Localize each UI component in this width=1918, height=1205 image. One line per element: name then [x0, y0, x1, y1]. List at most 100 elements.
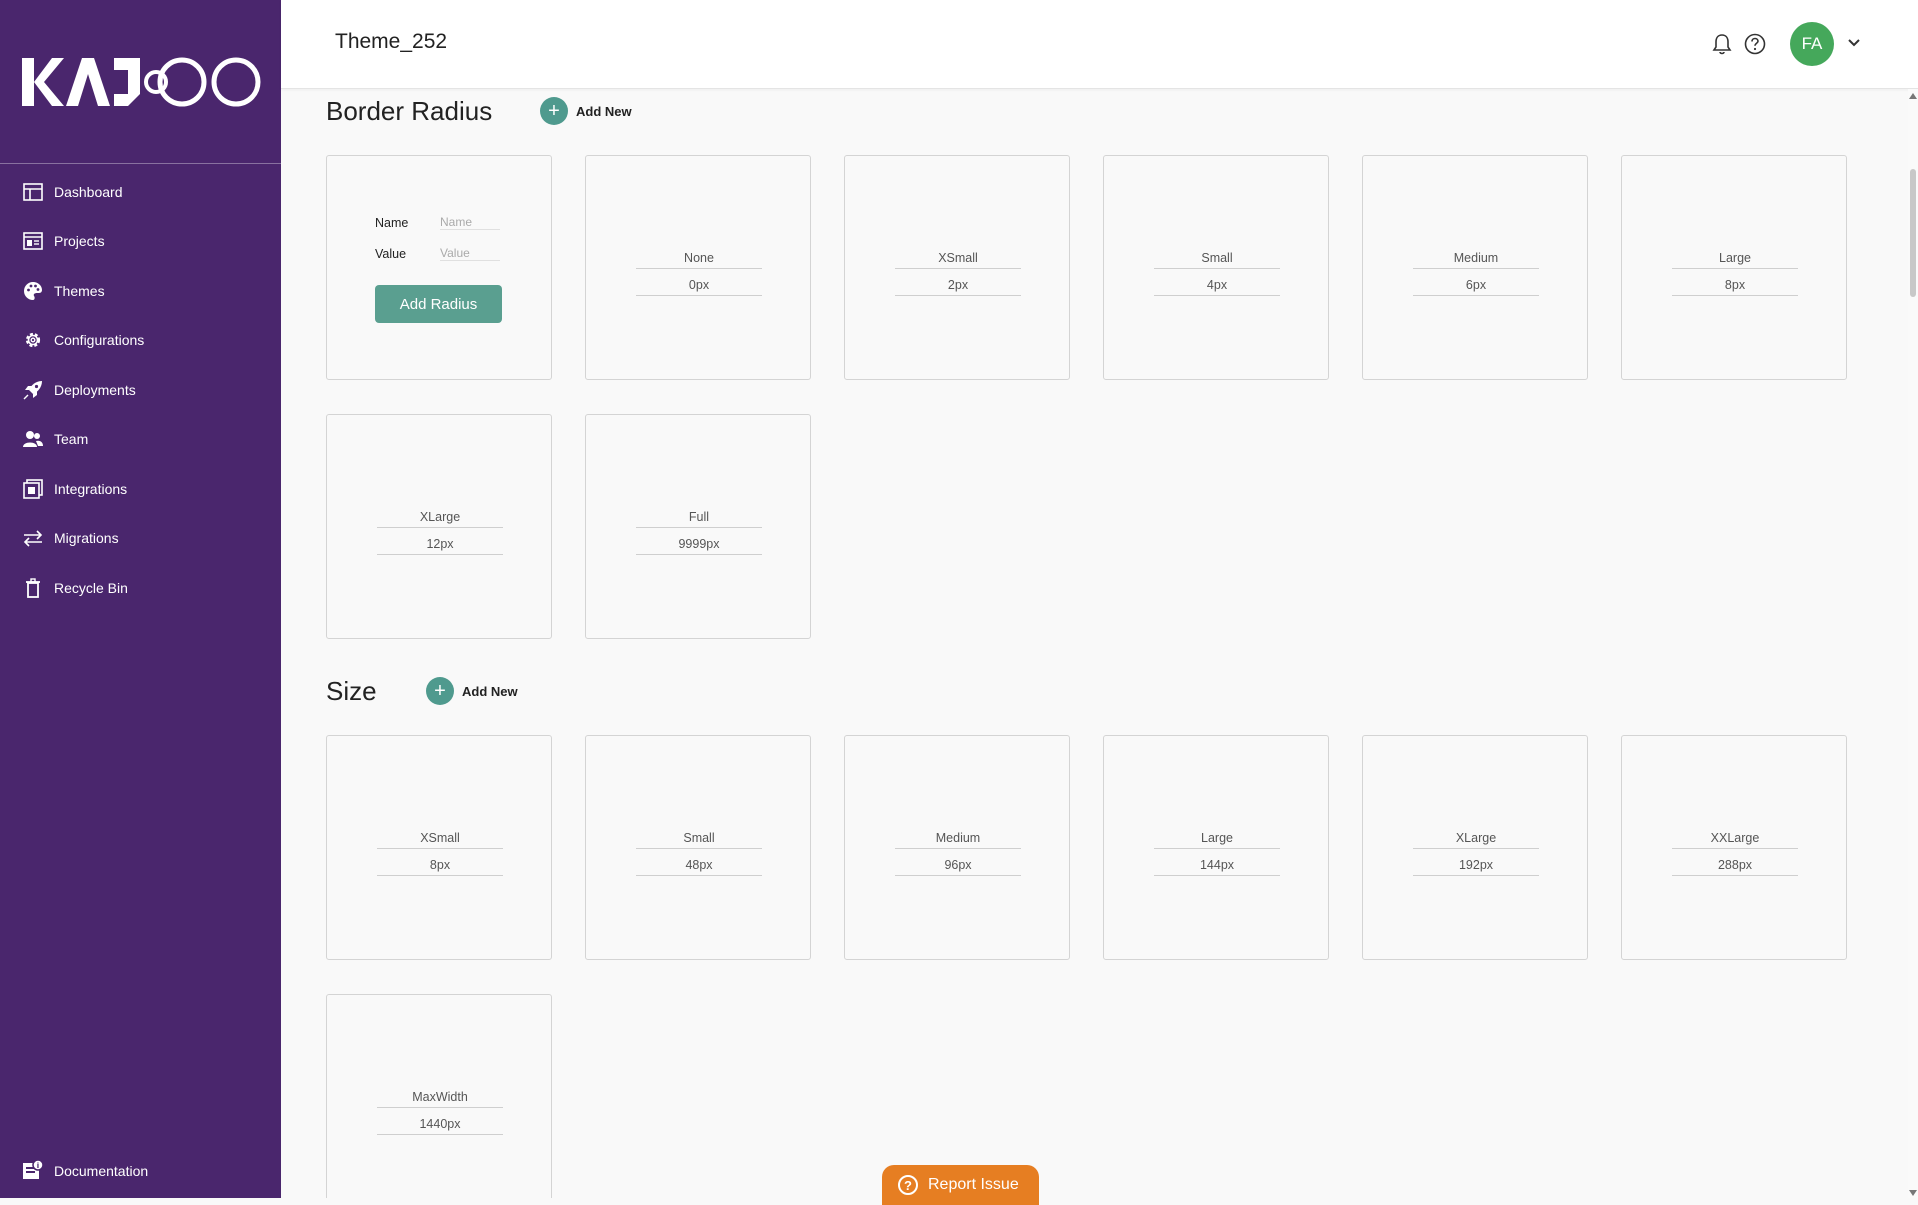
- documentation-label: Documentation: [54, 1163, 149, 1179]
- sidebar-item-label: Deployments: [54, 381, 136, 398]
- add-new-label: Add New: [576, 103, 632, 119]
- scroll-thumb[interactable]: [1910, 169, 1916, 297]
- gear-icon: [22, 329, 44, 351]
- radius-name[interactable]: Full: [636, 510, 762, 528]
- sidebar-item-integrations[interactable]: Integrations: [0, 464, 281, 514]
- add-radius-button[interactable]: Add Radius: [375, 285, 502, 323]
- name-input[interactable]: [440, 215, 500, 230]
- kajoo-logo[interactable]: [22, 56, 262, 108]
- radius-name[interactable]: Small: [1154, 251, 1280, 269]
- size-card[interactable]: Medium 96px: [844, 735, 1070, 960]
- sidebar-divider: [0, 163, 281, 164]
- size-add-new-button[interactable]: + Add New: [426, 677, 518, 705]
- sidebar-item-label: Team: [54, 431, 89, 448]
- sidebar-item-deployments[interactable]: Deployments: [0, 365, 281, 415]
- sidebar: Dashboard Projects Themes Configurations…: [0, 0, 281, 1198]
- arrows-icon: [22, 527, 44, 549]
- radius-name[interactable]: None: [636, 251, 762, 269]
- documentation-icon: i: [22, 1159, 44, 1182]
- radius-value[interactable]: 2px: [895, 278, 1021, 296]
- projects-icon: [22, 230, 44, 252]
- name-row: Name: [375, 215, 500, 230]
- bell-icon[interactable]: [1712, 33, 1732, 55]
- size-name[interactable]: XLarge: [1413, 831, 1539, 849]
- radius-card[interactable]: Small 4px: [1103, 155, 1329, 380]
- size-name[interactable]: Small: [636, 831, 762, 849]
- sidebar-item-recycle-bin[interactable]: Recycle Bin: [0, 563, 281, 613]
- sidebar-item-label: Dashboard: [54, 183, 123, 200]
- sidebar-item-team[interactable]: Team: [0, 415, 281, 465]
- value-label: Value: [375, 246, 407, 261]
- scroll-down-arrow-icon[interactable]: [1909, 1190, 1917, 1196]
- sidebar-item-configurations[interactable]: Configurations: [0, 316, 281, 366]
- size-name[interactable]: Large: [1154, 831, 1280, 849]
- radius-card[interactable]: XSmall 2px: [844, 155, 1070, 380]
- add-radius-form-card: Name Value Add Radius: [326, 155, 552, 380]
- sidebar-item-label: Configurations: [54, 332, 145, 349]
- help-icon[interactable]: [1744, 33, 1766, 55]
- size-value[interactable]: 48px: [636, 858, 762, 876]
- size-name[interactable]: MaxWidth: [377, 1090, 503, 1108]
- integrations-icon: [22, 478, 44, 500]
- name-label: Name: [375, 215, 409, 230]
- border-radius-title: Border Radius: [326, 96, 493, 126]
- sidebar-item-label: Migrations: [54, 530, 119, 547]
- radius-card[interactable]: Full 9999px: [585, 414, 811, 639]
- sidebar-item-migrations[interactable]: Migrations: [0, 514, 281, 564]
- radius-name[interactable]: XSmall: [895, 251, 1021, 269]
- value-input[interactable]: [440, 246, 500, 261]
- plus-icon: +: [426, 677, 454, 705]
- size-card[interactable]: XLarge 192px: [1362, 735, 1588, 960]
- size-name[interactable]: XXLarge: [1672, 831, 1798, 849]
- radius-card[interactable]: Large 8px: [1621, 155, 1847, 380]
- trash-icon: [22, 577, 44, 599]
- size-value[interactable]: 1440px: [377, 1117, 503, 1135]
- size-value[interactable]: 144px: [1154, 858, 1280, 876]
- chevron-down-icon[interactable]: [1847, 36, 1861, 50]
- size-title: Size: [326, 676, 377, 706]
- scroll-up-arrow-icon[interactable]: [1909, 93, 1917, 99]
- main-content: Border Radius + Add New Name Value Add R…: [281, 89, 1908, 1198]
- size-card[interactable]: XXLarge 288px: [1621, 735, 1847, 960]
- size-name[interactable]: Medium: [895, 831, 1021, 849]
- radius-value[interactable]: 4px: [1154, 278, 1280, 296]
- radius-value[interactable]: 8px: [1672, 278, 1798, 296]
- question-icon: ?: [898, 1175, 918, 1195]
- top-header: Theme_252 FA: [281, 0, 1918, 89]
- size-value[interactable]: 8px: [377, 858, 503, 876]
- radius-card[interactable]: None 0px: [585, 155, 811, 380]
- palette-icon: [22, 280, 44, 302]
- size-card[interactable]: Small 48px: [585, 735, 811, 960]
- report-issue-button[interactable]: ? Report Issue: [882, 1165, 1039, 1205]
- vertical-scrollbar[interactable]: [1908, 89, 1918, 1198]
- size-name[interactable]: XSmall: [377, 831, 503, 849]
- radius-card[interactable]: XLarge 12px: [326, 414, 552, 639]
- team-icon: [22, 428, 44, 450]
- size-card[interactable]: MaxWidth 1440px: [326, 994, 552, 1198]
- radius-value[interactable]: 6px: [1413, 278, 1539, 296]
- radius-name[interactable]: Large: [1672, 251, 1798, 269]
- dashboard-icon: [22, 181, 44, 203]
- radius-value[interactable]: 0px: [636, 278, 762, 296]
- svg-text:i: i: [37, 1162, 39, 1170]
- border-radius-add-new-button[interactable]: + Add New: [540, 97, 632, 125]
- radius-value[interactable]: 12px: [377, 537, 503, 555]
- sidebar-item-themes[interactable]: Themes: [0, 266, 281, 316]
- size-value[interactable]: 96px: [895, 858, 1021, 876]
- radius-value[interactable]: 9999px: [636, 537, 762, 555]
- size-card[interactable]: XSmall 8px: [326, 735, 552, 960]
- size-card[interactable]: Large 144px: [1103, 735, 1329, 960]
- size-value[interactable]: 288px: [1672, 858, 1798, 876]
- sidebar-item-documentation[interactable]: i Documentation: [22, 1159, 149, 1182]
- rocket-icon: [22, 379, 44, 401]
- sidebar-item-label: Themes: [54, 282, 105, 299]
- radius-name[interactable]: XLarge: [377, 510, 503, 528]
- sidebar-item-projects[interactable]: Projects: [0, 217, 281, 267]
- sidebar-item-dashboard[interactable]: Dashboard: [0, 167, 281, 217]
- avatar[interactable]: FA: [1790, 22, 1834, 66]
- size-value[interactable]: 192px: [1413, 858, 1539, 876]
- radius-name[interactable]: Medium: [1413, 251, 1539, 269]
- radius-card[interactable]: Medium 6px: [1362, 155, 1588, 380]
- sidebar-item-label: Projects: [54, 233, 105, 250]
- add-new-label: Add New: [462, 683, 518, 699]
